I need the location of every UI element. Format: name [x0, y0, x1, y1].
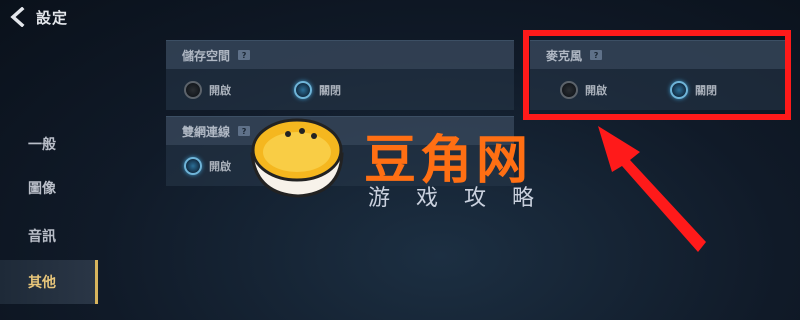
- red-arrow-icon: [598, 126, 706, 252]
- page-title: 設定: [36, 9, 69, 27]
- sidebar-item-other[interactable]: 其他: [0, 260, 98, 304]
- storage-on-radio[interactable]: 開啟: [184, 81, 231, 99]
- dual-network-on-label: 開啟: [209, 160, 231, 173]
- storage-help-icon[interactable]: ?: [238, 50, 251, 60]
- storage-panel: 儲存空間 ? 開啟 關閉: [166, 40, 514, 110]
- bean-bowl-logo-icon: [250, 118, 344, 198]
- dual-network-title: 雙網連線: [182, 124, 231, 139]
- watermark-subtitle: 游戏攻略: [368, 186, 561, 211]
- dual-network-on-radio[interactable]: 開啟: [184, 157, 231, 175]
- highlight-box: [523, 30, 791, 120]
- storage-title: 儲存空間: [182, 48, 231, 63]
- sidebar-item-graphics[interactable]: 圖像: [0, 166, 98, 210]
- back-button[interactable]: [6, 6, 30, 28]
- storage-off-label: 關閉: [319, 84, 341, 97]
- sidebar-item-audio[interactable]: 音訊: [0, 214, 98, 258]
- chevron-left-icon: [10, 7, 25, 27]
- radio-dot-icon: [184, 81, 202, 99]
- radio-dot-selected-icon: [294, 81, 312, 99]
- storage-on-label: 開啟: [209, 84, 231, 97]
- storage-header: 儲存空間 ?: [166, 41, 514, 69]
- sidebar: 一般 圖像 音訊 其他: [0, 118, 98, 320]
- storage-off-radio[interactable]: 關閉: [294, 81, 341, 99]
- radio-dot-selected-icon: [184, 157, 202, 175]
- top-bar: 設定: [0, 0, 800, 34]
- sidebar-item-general[interactable]: 一般: [0, 122, 98, 166]
